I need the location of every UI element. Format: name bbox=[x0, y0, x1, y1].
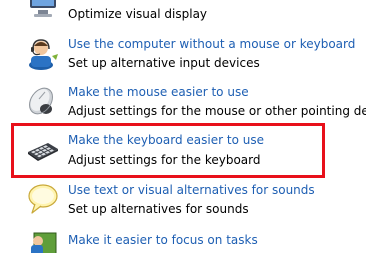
list-item-no-mouse-keyboard: Use the computer without a mouse or keyb… bbox=[0, 34, 366, 74]
list-item-sounds: Use text or visual alternatives for soun… bbox=[0, 180, 366, 220]
item-description: Set up alternative input devices bbox=[68, 56, 260, 70]
list-item-focus: Make it easier to focus on tasks bbox=[0, 229, 366, 253]
mouse-icon bbox=[26, 82, 60, 116]
list-item-mouse: Make the mouse easier to use Adjust sett… bbox=[0, 82, 366, 122]
item-description: Optimize visual display bbox=[68, 7, 208, 21]
ease-of-access-list: Optimize visual display Use the computer… bbox=[0, 0, 366, 253]
item-description: Adjust settings for the mouse or other p… bbox=[68, 104, 366, 118]
link-use-without-mouse-keyboard[interactable]: Use the computer without a mouse or keyb… bbox=[68, 36, 355, 52]
item-description: Set up alternatives for sounds bbox=[68, 202, 249, 216]
link-focus-on-tasks[interactable]: Make it easier to focus on tasks bbox=[68, 232, 258, 248]
highlight-box bbox=[11, 123, 325, 178]
link-make-mouse-easier[interactable]: Make the mouse easier to use bbox=[68, 84, 249, 100]
person-headset-icon bbox=[26, 36, 60, 70]
list-item-display: Optimize visual display bbox=[0, 0, 366, 24]
link-text-visual-alternatives[interactable]: Use text or visual alternatives for soun… bbox=[68, 182, 315, 198]
monitor-icon bbox=[26, 0, 60, 22]
speech-bubble-icon bbox=[26, 181, 60, 215]
focus-tasks-icon bbox=[26, 229, 60, 253]
